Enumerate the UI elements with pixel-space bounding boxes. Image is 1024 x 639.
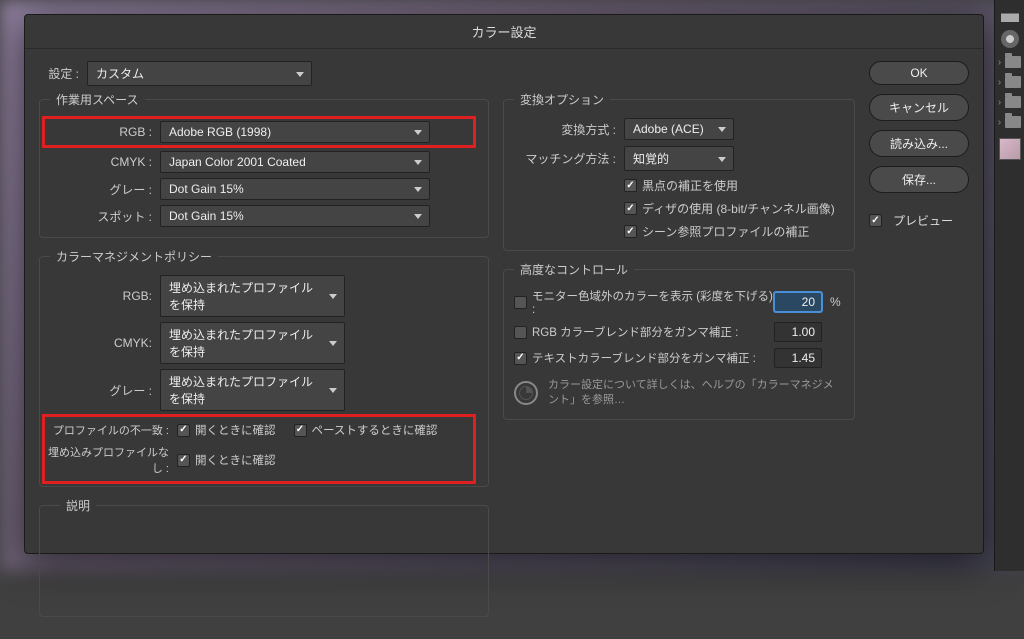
text-gamma-checkbox[interactable] bbox=[514, 352, 527, 365]
policy-rgb-dropdown[interactable]: 埋め込まれたプロファイルを保持 bbox=[160, 275, 345, 317]
policy-gray-dropdown[interactable]: 埋め込まれたプロファイルを保持 bbox=[160, 369, 345, 411]
conversion-legend: 変換オプション bbox=[514, 91, 610, 108]
workspace-fieldset: 作業用スペース RGB : Adobe RGB (1998) CMYK : Ja… bbox=[39, 91, 489, 238]
rgb-gamma-checkbox[interactable] bbox=[514, 326, 527, 339]
thumbnail[interactable] bbox=[999, 138, 1021, 160]
rgb-dropdown[interactable]: Adobe RGB (1998) bbox=[160, 121, 430, 143]
policy-cmyk-dropdown[interactable]: 埋め込まれたプロファイルを保持 bbox=[160, 322, 345, 364]
folder-item-2[interactable]: › bbox=[995, 76, 1024, 88]
preview-label: プレビュー bbox=[893, 212, 953, 229]
load-button[interactable]: 読み込み... bbox=[869, 130, 969, 157]
policy-fieldset: カラーマネジメントポリシー RGB: 埋め込まれたプロファイルを保持 CMYK:… bbox=[39, 248, 489, 487]
mismatch-label: プロファイルの不一致 : bbox=[44, 422, 177, 438]
scene-checkbox[interactable] bbox=[624, 225, 637, 238]
intent-dropdown[interactable]: 知覚的 bbox=[624, 146, 734, 171]
folder-item-4[interactable]: › bbox=[995, 116, 1024, 128]
workspace-legend: 作業用スペース bbox=[50, 91, 145, 108]
folder-item-1[interactable]: › bbox=[995, 56, 1024, 68]
missing-label: 埋め込みプロファイルなし : bbox=[44, 444, 177, 476]
adjustments-icon[interactable] bbox=[1001, 30, 1019, 48]
dither-checkbox[interactable] bbox=[624, 202, 637, 215]
ok-button[interactable]: OK bbox=[869, 61, 969, 85]
save-button[interactable]: 保存... bbox=[869, 166, 969, 193]
description-fieldset: 説明 bbox=[39, 497, 489, 617]
text-gamma-label: テキストカラーブレンド部分をガンマ補正 : bbox=[532, 350, 774, 366]
gray-label: グレー : bbox=[40, 181, 160, 198]
blackpoint-text: 黒点の補正を使用 bbox=[642, 177, 738, 194]
dither-text: ディザの使用 (8-bit/チャンネル画像) bbox=[642, 200, 835, 217]
scene-text: シーン参照プロファイルの補正 bbox=[642, 223, 809, 240]
policy-cmyk-label: CMYK: bbox=[40, 336, 160, 350]
mismatch-open-text: 開くときに確認 bbox=[195, 422, 276, 438]
rgb-gamma-label: RGB カラーブレンド部分をガンマ補正 : bbox=[532, 324, 774, 340]
mismatch-paste-text: ペーストするときに確認 bbox=[312, 422, 438, 438]
desat-label: モニター色域外のカラーを表示 (彩度を下げる) : bbox=[532, 288, 774, 316]
policy-rgb-label: RGB: bbox=[40, 289, 160, 303]
right-panel-dock: › › › › bbox=[994, 0, 1024, 571]
missing-open-checkbox[interactable] bbox=[177, 454, 190, 467]
settings-dropdown[interactable]: カスタム bbox=[87, 61, 312, 86]
cancel-button[interactable]: キャンセル bbox=[869, 94, 969, 121]
cmyk-dropdown[interactable]: Japan Color 2001 Coated bbox=[160, 151, 430, 173]
folder-item-3[interactable]: › bbox=[995, 96, 1024, 108]
advanced-legend: 高度なコントロール bbox=[514, 261, 634, 278]
info-icon bbox=[514, 381, 538, 405]
conversion-fieldset: 変換オプション 変換方式 : Adobe (ACE) マッチング方法 : 知覚的… bbox=[503, 91, 855, 251]
rgb-label: RGB : bbox=[48, 125, 160, 139]
cmyk-label: CMYK : bbox=[40, 155, 160, 169]
policy-legend: カラーマネジメントポリシー bbox=[50, 248, 218, 265]
desat-input[interactable] bbox=[774, 292, 822, 312]
desat-checkbox[interactable] bbox=[514, 296, 527, 309]
spot-dropdown[interactable]: Dot Gain 15% bbox=[160, 205, 430, 227]
preview-checkbox[interactable] bbox=[869, 214, 882, 227]
missing-open-text: 開くときに確認 bbox=[195, 452, 276, 468]
advanced-fieldset: 高度なコントロール モニター色域外のカラーを表示 (彩度を下げる) : % RG… bbox=[503, 261, 855, 420]
engine-dropdown[interactable]: Adobe (ACE) bbox=[624, 118, 734, 140]
settings-label: 設定 : bbox=[39, 65, 87, 82]
help-text: カラー設定について詳しくは、ヘルプの「カラーマネジメント」を参照… bbox=[548, 378, 844, 409]
policy-gray-label: グレー : bbox=[40, 382, 160, 399]
desat-unit: % bbox=[830, 295, 844, 309]
text-gamma-input[interactable] bbox=[774, 348, 822, 368]
histogram-icon[interactable] bbox=[1001, 8, 1019, 22]
dialog-title: カラー設定 bbox=[25, 15, 983, 49]
rgb-gamma-input[interactable] bbox=[774, 322, 822, 342]
spot-label: スポット : bbox=[40, 208, 160, 225]
blackpoint-checkbox[interactable] bbox=[624, 179, 637, 192]
engine-label: 変換方式 : bbox=[504, 121, 624, 138]
color-settings-dialog: カラー設定 設定 : カスタム 作業用スペース RGB : Adobe RGB … bbox=[24, 14, 984, 554]
intent-label: マッチング方法 : bbox=[504, 150, 624, 167]
mismatch-paste-checkbox[interactable] bbox=[294, 424, 307, 437]
gray-dropdown[interactable]: Dot Gain 15% bbox=[160, 178, 430, 200]
mismatch-open-checkbox[interactable] bbox=[177, 424, 190, 437]
description-legend: 説明 bbox=[60, 497, 96, 514]
